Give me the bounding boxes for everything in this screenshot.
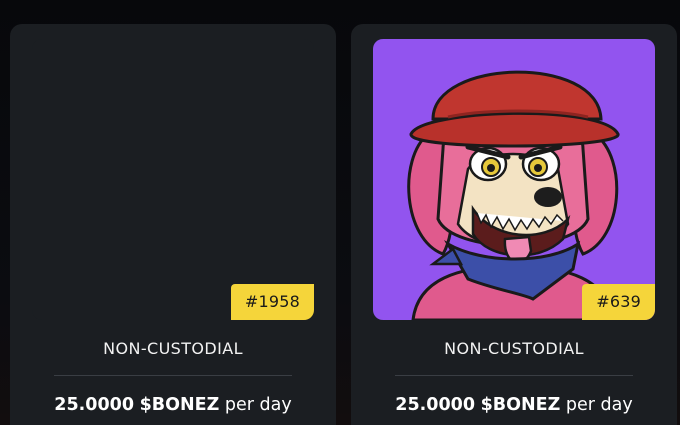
custody-label: NON-CUSTODIAL: [444, 339, 584, 358]
nft-card[interactable]: #639 NON-CUSTODIAL 25.0000 $BONEZ per da…: [351, 24, 677, 425]
reward-amount: 25.0000: [395, 395, 476, 415]
reward-period: per day: [565, 395, 633, 415]
reward-token: $BONEZ: [139, 395, 220, 415]
divider: [54, 375, 292, 376]
custody-label: NON-CUSTODIAL: [103, 339, 243, 358]
token-id-badge: #1958: [230, 284, 314, 320]
divider: [395, 375, 633, 376]
nft-image: #639: [373, 39, 655, 320]
token-id-badge: #639: [582, 284, 655, 320]
nft-image-placeholder: #1958: [32, 39, 314, 320]
reward-rate: 25.0000 $BONEZ per day: [351, 395, 677, 415]
dog-nft-illustration: [407, 70, 620, 320]
reward-rate: 25.0000 $BONEZ per day: [10, 395, 336, 415]
staking-page: #1958 NON-CUSTODIAL 25.0000 $BONEZ per d…: [0, 0, 680, 425]
nft-card[interactable]: #1958 NON-CUSTODIAL 25.0000 $BONEZ per d…: [10, 24, 336, 425]
reward-period: per day: [224, 395, 292, 415]
reward-token: $BONEZ: [480, 395, 561, 415]
reward-amount: 25.0000: [54, 395, 135, 415]
